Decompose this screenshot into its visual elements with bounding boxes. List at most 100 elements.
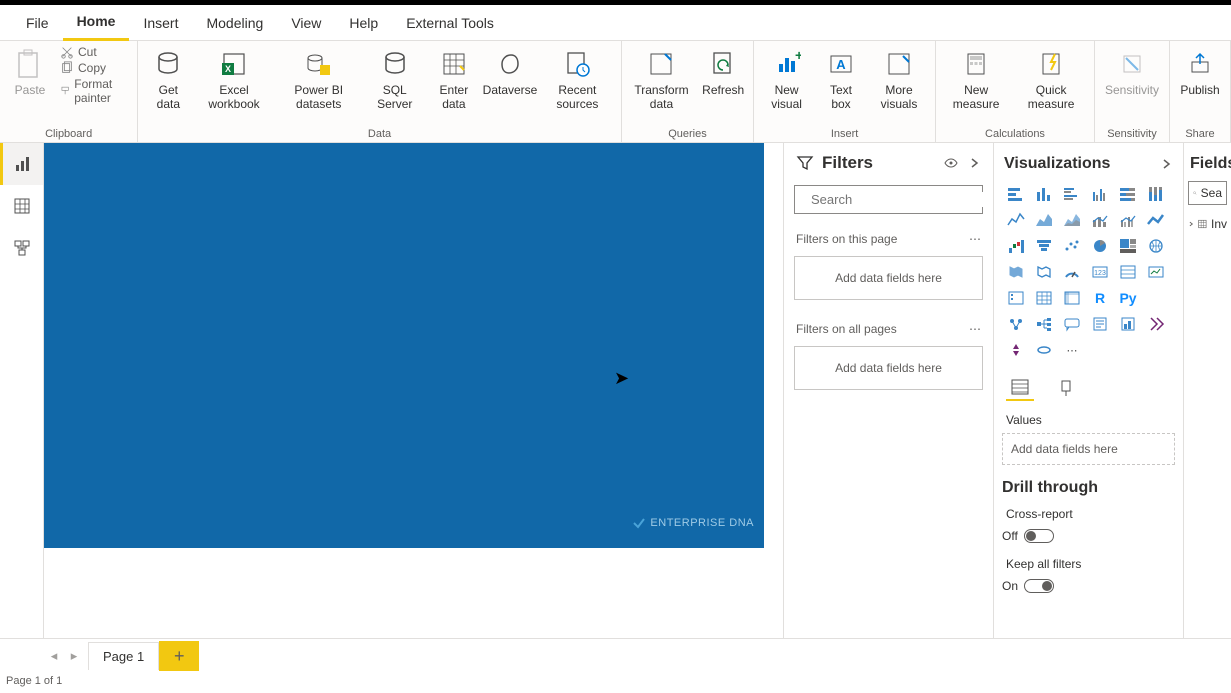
table-icon[interactable] (1032, 287, 1056, 309)
report-canvas[interactable]: ➤ ENTERPRISE DNA (44, 143, 783, 638)
keep-filters-toggle[interactable] (1024, 579, 1054, 593)
pbi-datasets-button[interactable]: Power BI datasets (276, 45, 362, 113)
status-bar: Page 1 of 1 (0, 673, 1231, 693)
line-icon[interactable] (1004, 209, 1028, 231)
filled-map-icon[interactable] (1004, 261, 1028, 283)
transform-data-button[interactable]: Transform data (628, 45, 695, 113)
ribbon: Paste Cut Copy Format painter Clipboard … (0, 41, 1231, 143)
more-visuals-button[interactable]: More visuals (869, 45, 929, 113)
new-visual-button[interactable]: +New visual (760, 45, 813, 113)
sql-server-button[interactable]: SQL Server (366, 45, 424, 113)
narrative-icon[interactable] (1088, 313, 1112, 335)
text-box-button[interactable]: AText box (817, 45, 865, 113)
shape-map-icon[interactable] (1032, 261, 1056, 283)
excel-workbook-button[interactable]: XExcel workbook (196, 45, 271, 113)
dataverse-icon (493, 47, 527, 81)
custom-viz-1-icon[interactable] (1004, 339, 1028, 361)
sensitivity-icon (1115, 47, 1149, 81)
recent-sources-button[interactable]: Recent sources (540, 45, 615, 113)
new-measure-button[interactable]: New measure (942, 45, 1010, 113)
r-visual-icon[interactable]: R (1088, 287, 1112, 309)
decomp-tree-icon[interactable] (1032, 313, 1056, 335)
menu-modeling[interactable]: Modeling (192, 5, 277, 41)
multi-card-icon[interactable] (1116, 261, 1140, 283)
collapse-icon[interactable] (967, 156, 981, 170)
fields-tab-button[interactable] (1006, 375, 1034, 401)
dataverse-button[interactable]: Dataverse (484, 45, 536, 99)
card-icon[interactable]: 123 (1088, 261, 1112, 283)
treemap-icon[interactable] (1116, 235, 1140, 257)
stacked-column-100-icon[interactable] (1144, 183, 1168, 205)
format-painter-button[interactable]: Format painter (60, 77, 131, 105)
format-tab-button[interactable] (1052, 375, 1080, 401)
filters-all-dropzone[interactable]: Add data fields here (794, 346, 983, 390)
page-tab-1[interactable]: Page 1 (88, 642, 159, 670)
more-icon[interactable]: ⋯ (969, 322, 981, 336)
fields-tree-item[interactable]: Inv (1188, 205, 1227, 243)
prev-page-button[interactable]: ◂ (44, 646, 64, 666)
menu-view[interactable]: View (277, 5, 335, 41)
ribbon-icon[interactable] (1144, 209, 1168, 231)
next-page-button[interactable]: ▸ (64, 646, 84, 666)
paste-button[interactable]: Paste (6, 45, 54, 99)
filters-search-input[interactable] (811, 192, 987, 207)
database-icon (151, 47, 185, 81)
stacked-column-icon[interactable] (1032, 183, 1056, 205)
add-page-button[interactable]: + (159, 641, 199, 671)
menu-insert[interactable]: Insert (129, 5, 192, 41)
scatter-icon[interactable] (1060, 235, 1084, 257)
stacked-bar-100-icon[interactable] (1116, 183, 1140, 205)
kpi-icon[interactable] (1144, 261, 1168, 283)
clustered-bar-icon[interactable] (1060, 183, 1084, 205)
custom-viz-2-icon[interactable] (1032, 339, 1056, 361)
sensitivity-button[interactable]: Sensitivity (1101, 45, 1163, 99)
filters-search[interactable] (794, 185, 983, 214)
filters-page-dropzone[interactable]: Add data fields here (794, 256, 983, 300)
publish-button[interactable]: Publish (1176, 45, 1224, 99)
more-viz-icon[interactable]: ⋯ (1060, 339, 1084, 361)
powerapps-icon[interactable] (1144, 313, 1168, 335)
slicer-icon[interactable] (1004, 287, 1028, 309)
map-icon[interactable] (1144, 235, 1168, 257)
cross-report-toggle[interactable] (1024, 529, 1054, 543)
waterfall-icon[interactable] (1004, 235, 1028, 257)
sql-icon (378, 47, 412, 81)
menu-external-tools[interactable]: External Tools (392, 5, 508, 41)
pie-icon[interactable] (1088, 235, 1112, 257)
collapse-icon[interactable] (1159, 157, 1173, 171)
paginated-icon[interactable] (1116, 313, 1140, 335)
eye-icon[interactable] (943, 155, 959, 171)
key-influencers-icon[interactable] (1004, 313, 1028, 335)
get-data-button[interactable]: Get data (144, 45, 192, 113)
model-view-button[interactable] (0, 227, 43, 269)
menu-home[interactable]: Home (63, 5, 130, 41)
fields-search[interactable]: Sea (1188, 181, 1227, 205)
enter-data-button[interactable]: Enter data (428, 45, 480, 113)
menu-file[interactable]: File (12, 5, 63, 41)
gauge-icon[interactable] (1060, 261, 1084, 283)
area-icon[interactable] (1032, 209, 1056, 231)
menu-help[interactable]: Help (335, 5, 392, 41)
line-clustered-column-icon[interactable] (1116, 209, 1140, 231)
data-view-button[interactable] (0, 185, 43, 227)
more-icon[interactable]: ⋯ (969, 232, 981, 246)
qa-icon[interactable] (1060, 313, 1084, 335)
py-visual-icon[interactable]: Py (1116, 287, 1140, 309)
values-dropzone[interactable]: Add data fields here (1002, 433, 1175, 465)
copy-button[interactable]: Copy (60, 61, 131, 75)
insert-group-label: Insert (760, 126, 929, 140)
filters-on-all-label: Filters on all pages (796, 322, 897, 336)
cut-button[interactable]: Cut (60, 45, 131, 59)
stacked-bar-icon[interactable] (1004, 183, 1028, 205)
sensitivity-group-label: Sensitivity (1101, 126, 1163, 140)
transform-icon (644, 47, 678, 81)
menubar: File Home Insert Modeling View Help Exte… (0, 5, 1231, 41)
matrix-icon[interactable] (1060, 287, 1084, 309)
quick-measure-button[interactable]: Quick measure (1014, 45, 1088, 113)
stacked-area-icon[interactable] (1060, 209, 1084, 231)
refresh-button[interactable]: Refresh (699, 45, 747, 99)
funnel-icon[interactable] (1032, 235, 1056, 257)
line-stacked-column-icon[interactable] (1088, 209, 1112, 231)
report-view-button[interactable] (0, 143, 43, 185)
clustered-column-icon[interactable] (1088, 183, 1112, 205)
